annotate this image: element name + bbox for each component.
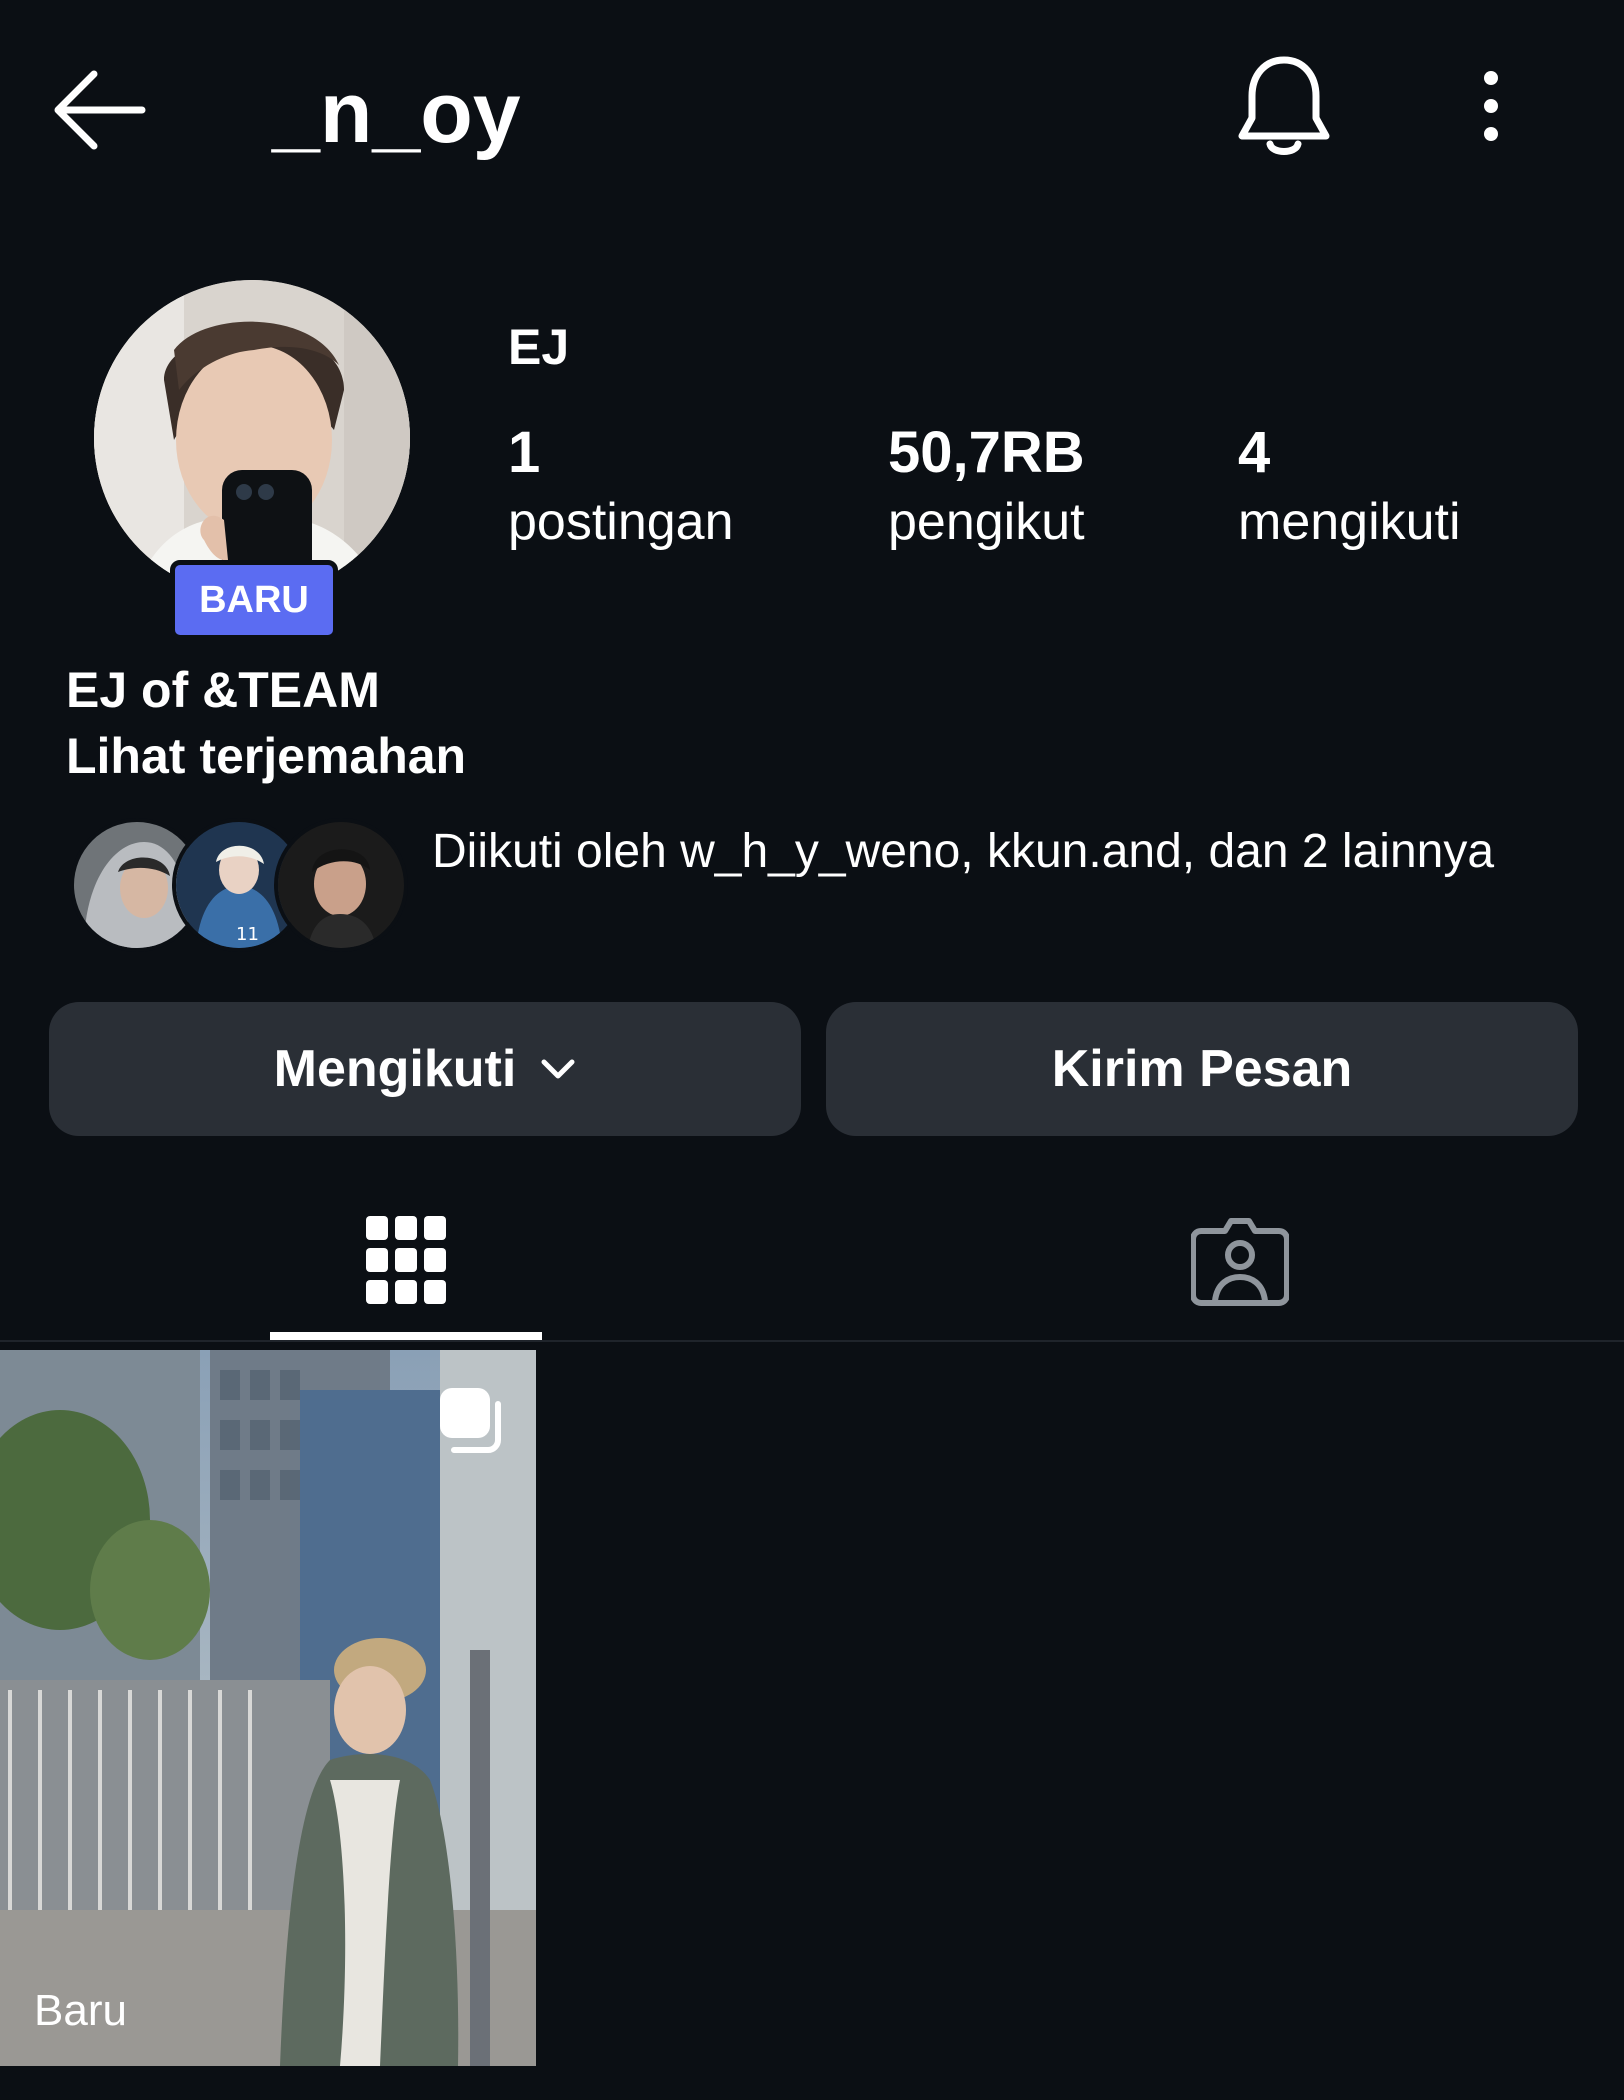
- followed-by-text[interactable]: Diikuti oleh w_h_y_weno, kkun.and, dan 2…: [432, 822, 1562, 882]
- following-stat[interactable]: 4 mengikuti: [1238, 418, 1461, 554]
- mutual-avatar-3: [274, 818, 408, 952]
- tab-tagged[interactable]: [1104, 1180, 1376, 1340]
- profile-username: _n_oy: [272, 65, 521, 161]
- grid-icon: [366, 1216, 446, 1304]
- active-tab-indicator: [270, 1332, 542, 1340]
- bell-icon: [1238, 56, 1330, 155]
- send-message-label: Kirim Pesan: [1051, 1040, 1353, 1098]
- notifications-button[interactable]: [1234, 52, 1334, 162]
- posts-label: postingan: [508, 493, 734, 551]
- following-label: mengikuti: [1238, 493, 1461, 551]
- multi-post-icon: [440, 1388, 501, 1453]
- followers-stat[interactable]: 50,7RB pengikut: [888, 418, 1085, 554]
- post-thumbnail[interactable]: Baru: [0, 1350, 536, 2066]
- followers-label: pengikut: [888, 493, 1085, 551]
- followers-count: 50,7RB: [888, 420, 1085, 485]
- back-button[interactable]: [48, 60, 158, 160]
- following-button[interactable]: Mengikuti: [49, 1002, 801, 1136]
- avatar: [94, 280, 410, 596]
- avatar-photo: [94, 280, 410, 596]
- profile-avatar[interactable]: [94, 280, 414, 600]
- tabs-divider: [0, 1340, 1624, 1342]
- post-photo: [0, 1350, 536, 2066]
- tab-posts-grid[interactable]: [270, 1180, 542, 1340]
- svg-text:11: 11: [236, 924, 259, 945]
- posts-count: 1: [508, 420, 541, 485]
- posts-stat[interactable]: 1 postingan: [508, 418, 734, 554]
- following-count: 4: [1238, 420, 1271, 485]
- following-button-label: Mengikuti: [273, 1040, 517, 1098]
- more-vertical-icon: [1484, 71, 1498, 141]
- see-translation-link[interactable]: Lihat terjemahan: [66, 722, 466, 790]
- display-name: EJ: [508, 319, 570, 375]
- tagged-person-icon: [1191, 1218, 1289, 1306]
- more-options-button[interactable]: [1456, 60, 1526, 155]
- post-new-label: Baru: [34, 1986, 127, 2035]
- chevron-down-icon: [541, 1059, 575, 1079]
- arrow-left-icon: [54, 70, 146, 150]
- send-message-button[interactable]: Kirim Pesan: [826, 1002, 1578, 1136]
- bio-text: EJ of &TEAM: [66, 662, 380, 718]
- new-badge: BARU: [170, 560, 338, 640]
- mutual-followers-avatars[interactable]: 11: [70, 818, 408, 952]
